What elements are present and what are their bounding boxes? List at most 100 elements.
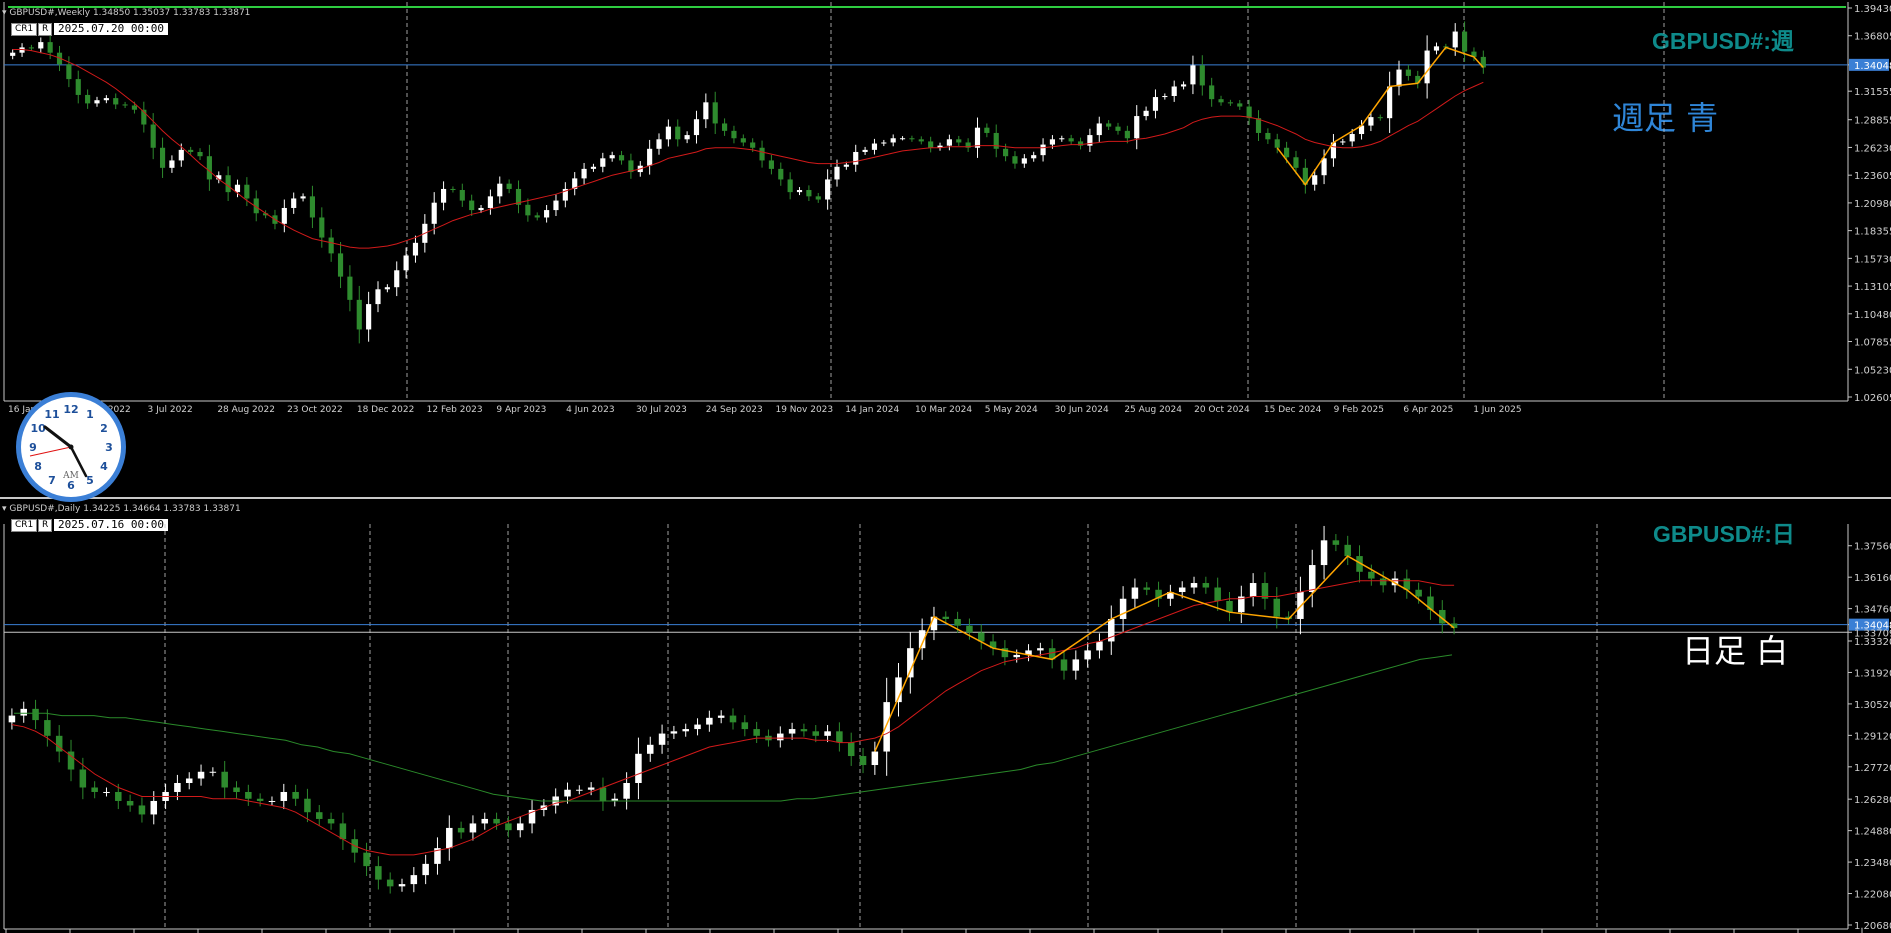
weekly-candle-body [178, 149, 184, 161]
daily-candle-body [32, 708, 39, 721]
daily-candle-body [966, 625, 973, 633]
daily-candle-body [339, 823, 347, 840]
daily-y-tick-label: 1.36160 [1854, 573, 1891, 584]
daily-candle-body [79, 769, 87, 788]
weekly-candle-body [197, 151, 203, 157]
daily-candle-body [221, 771, 228, 788]
weekly-candle-body [309, 196, 316, 218]
daily-candle-body [103, 791, 110, 793]
weekly-candle-body [618, 155, 625, 161]
chart-canvas[interactable]: 1.39430 1.36805 1.34048 1.31555 1.28855 1.262… [0, 0, 1891, 933]
weekly-candle-body [1321, 158, 1327, 176]
weekly-candle-body [1021, 158, 1027, 164]
weekly-candle-body [525, 204, 531, 216]
weekly-candle-body [881, 142, 887, 144]
weekly-candle-body [469, 200, 475, 211]
weekly-x-tick-label: 9 Feb 2025 [1334, 405, 1384, 415]
weekly-x-tick-label: 30 Jun 2024 [1055, 405, 1109, 415]
weekly-candle-body [1124, 130, 1130, 139]
weekly-candle-body [740, 138, 746, 143]
weekly-candle-body [1452, 31, 1458, 48]
daily-candle-body [245, 791, 252, 799]
weekly-candle-body [159, 147, 166, 168]
weekly-x-tick-label: 15 Dec 2024 [1264, 405, 1322, 415]
weekly-x-tick-label: 18 Dec 2022 [357, 405, 415, 415]
weekly-candle-body [684, 135, 690, 140]
weekly-x-tick-label: 28 Aug 2022 [217, 405, 275, 415]
weekly-candle-body [974, 127, 981, 148]
daily-zigzag-line [874, 555, 1455, 752]
daily-candle-body [386, 879, 394, 887]
weekly-candle-body [1040, 144, 1046, 156]
daily-candle-body [174, 782, 181, 792]
daily-candle-body [564, 789, 571, 797]
weekly-x-tick-label: 25 Aug 2024 [1124, 405, 1182, 415]
clock-number: 5 [86, 474, 94, 487]
weekly-x-tick-label: 14 Jan 2024 [845, 405, 899, 415]
daily-candle-body [1119, 598, 1127, 619]
daily-candle-body [1013, 654, 1020, 658]
daily-candle-body [280, 791, 288, 801]
weekly-candle-body [1284, 147, 1290, 158]
weekly-candle-body [1199, 65, 1205, 86]
weekly-y-tick-label: 1.05230 [1854, 365, 1891, 376]
daily-candle-body [859, 756, 867, 766]
weekly-candle-body [909, 138, 915, 140]
daily-candle-body [623, 782, 630, 799]
clock-number: 11 [44, 408, 59, 421]
daily-y-tick-label: 1.26280 [1854, 795, 1891, 806]
daily-candle-body [446, 827, 453, 849]
weekly-candle-body [450, 188, 456, 191]
daily-y-tick-label: 1.30520 [1854, 700, 1891, 711]
weekly-x-tick-label: 24 Sep 2023 [706, 405, 763, 415]
weekly-candle-body [1349, 134, 1355, 142]
daily-candle-body [788, 729, 796, 734]
weekly-y-tick-label: 1.28855 [1854, 116, 1891, 127]
clock-number: 2 [100, 422, 108, 435]
weekly-x-tick-label: 1 Jun 2025 [1473, 405, 1521, 415]
weekly-candle-body [328, 237, 334, 254]
daily-candle-body [883, 702, 890, 752]
weekly-candle-body [1227, 102, 1233, 104]
weekly-candle-body [1433, 46, 1440, 51]
daily-candle-body [1131, 587, 1139, 599]
weekly-candle-body [834, 166, 840, 180]
daily-candle-body [1332, 540, 1340, 545]
weekly-candle-body [1396, 69, 1402, 87]
daily-candle-body [682, 729, 689, 732]
weekly-candle-body [731, 130, 737, 139]
daily-candle-body [1308, 565, 1316, 593]
daily-candle-body [505, 823, 512, 831]
daily-candle-body [197, 771, 205, 779]
daily-candle-body [469, 823, 477, 833]
clock-number: 4 [100, 460, 108, 473]
weekly-candle-body [366, 304, 372, 330]
weekly-candle-body [319, 217, 325, 238]
weekly-candle-body [806, 190, 812, 197]
daily-candle-body [812, 731, 819, 736]
weekly-x-tick-label: 3 Jul 2022 [148, 405, 193, 415]
weekly-candle-body [1424, 50, 1430, 84]
daily-candle-body [115, 791, 122, 801]
daily-candle-body [363, 852, 370, 867]
weekly-y-tick-label: 1.26230 [1854, 143, 1891, 154]
clock-am-label: AM [62, 471, 79, 481]
weekly-candle-body [291, 198, 297, 208]
weekly-candle-body [225, 175, 231, 193]
weekly-candle-body [768, 160, 774, 169]
daily-candle-body [1379, 578, 1387, 586]
daily-candle-body [717, 715, 725, 718]
weekly-y-tick-label: 1.07855 [1854, 338, 1891, 349]
weekly-candle-body [347, 276, 353, 300]
weekly-candle-body [478, 207, 484, 211]
daily-candle-body [1143, 587, 1150, 590]
weekly-y-tick-label: 1.10480 [1854, 310, 1891, 321]
daily-candle-body [422, 863, 429, 876]
weekly-candle-body [1180, 84, 1187, 87]
daily-candle-body [741, 722, 749, 730]
weekly-candle-body [590, 166, 597, 169]
daily-candle-body [138, 805, 146, 815]
weekly-candle-body [581, 168, 587, 179]
daily-candle-body [8, 715, 16, 723]
weekly-plot: 1.39430 1.36805 1.34048 1.31555 1.28855 1.262… [3, 2, 1891, 415]
